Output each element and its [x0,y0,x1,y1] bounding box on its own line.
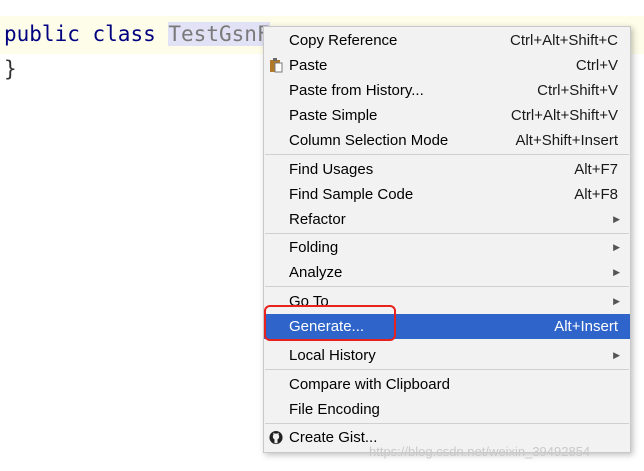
menu-item-shortcut: Alt+Insert [554,318,618,335]
menu-item-label: Create Gist... [289,429,378,446]
menu-item-shortcut: Ctrl+Shift+V [537,82,618,99]
keyword-public: public [4,22,80,46]
menu-item-analyze[interactable]: Analyze ▶ [264,260,630,285]
menu-item-label: Column Selection Mode [289,132,449,149]
menu-item-label: Find Usages [289,161,374,178]
menu-item-shortcut: Ctrl+Alt+Shift+C [510,32,618,49]
keyword-class: class [92,22,156,46]
menu-item-shortcut: Alt+F8 [574,186,618,203]
menu-item-paste-simple[interactable]: Paste Simple Ctrl+Alt+Shift+V [264,103,630,128]
menu-item-folding[interactable]: Folding ▶ [264,235,630,260]
github-icon [269,430,283,445]
submenu-arrow-icon: ▶ [613,242,620,252]
annotation-highlight-box [264,305,396,341]
menu-item-shortcut: Ctrl+Alt+Shift+V [510,107,618,124]
code-line-2[interactable]: } [4,57,17,81]
menu-item-file-encoding[interactable]: File Encoding [264,397,630,422]
menu-item-label: Local History [289,347,376,364]
menu-separator [265,286,629,287]
context-menu: Copy Reference Ctrl+Alt+Shift+C Paste Ct… [263,26,631,453]
menu-item-label: Refactor [289,211,346,228]
menu-item-find-sample-code[interactable]: Find Sample Code Alt+F8 [264,182,630,207]
submenu-arrow-icon: ▶ [613,296,620,306]
menu-item-label: Paste [289,57,328,74]
menu-item-paste[interactable]: Paste Ctrl+V [264,53,630,78]
menu-item-paste-from-history[interactable]: Paste from History... Ctrl+Shift+V [264,78,630,103]
menu-item-copy-reference[interactable]: Copy Reference Ctrl+Alt+Shift+C [264,28,630,53]
submenu-arrow-icon: ▶ [613,214,620,224]
menu-item-label: File Encoding [289,401,380,418]
code-line-1[interactable]: public class TestGsnF [4,22,270,46]
menu-item-label: Analyze [289,264,343,281]
menu-item-label: Paste Simple [289,107,378,124]
menu-separator [265,423,629,424]
menu-item-local-history[interactable]: Local History ▶ [264,343,630,368]
submenu-arrow-icon: ▶ [613,350,620,360]
menu-item-label: Find Sample Code [289,186,414,203]
menu-item-shortcut: Alt+F7 [574,161,618,178]
menu-separator [265,154,629,155]
menu-separator [265,369,629,370]
menu-item-label: Folding [289,239,339,256]
menu-separator [265,233,629,234]
menu-item-compare-with-clipboard[interactable]: Compare with Clipboard [264,372,630,397]
clipboard-icon [270,58,283,73]
menu-item-shortcut: Ctrl+V [575,57,618,74]
menu-item-label: Paste from History... [289,82,424,99]
menu-item-label: Copy Reference [289,32,398,49]
submenu-arrow-icon: ▶ [613,267,620,277]
menu-item-label: Compare with Clipboard [289,376,450,393]
menu-item-shortcut: Alt+Shift+Insert [515,132,618,149]
menu-item-refactor[interactable]: Refactor ▶ [264,207,630,232]
watermark: https://blog.csdn.net/weixin_39492854 [369,444,591,459]
menu-item-find-usages[interactable]: Find Usages Alt+F7 [264,157,630,182]
menu-item-column-selection-mode[interactable]: Column Selection Mode Alt+Shift+Insert [264,128,630,153]
class-name[interactable]: TestGsnF [168,22,270,46]
